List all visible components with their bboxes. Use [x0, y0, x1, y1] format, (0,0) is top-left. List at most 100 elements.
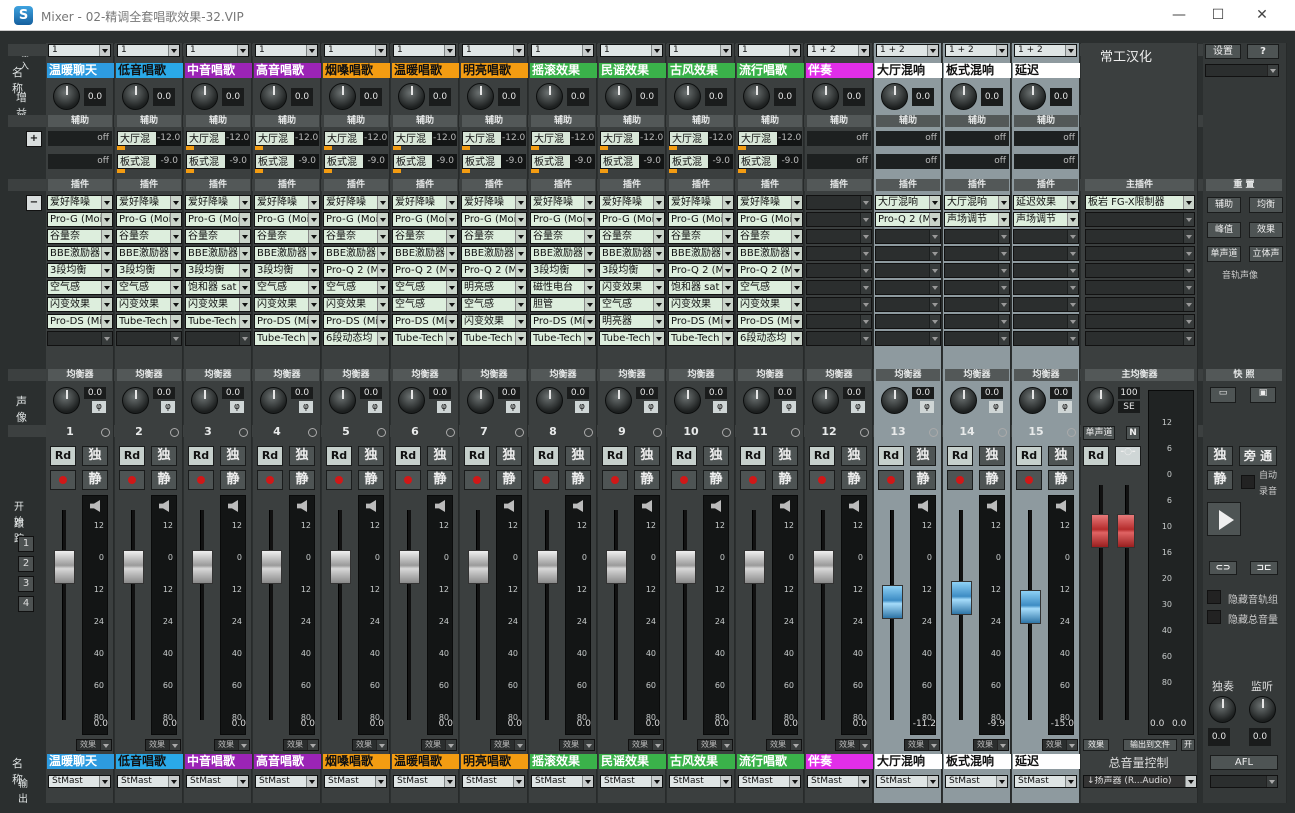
send-label-1[interactable]: 大厅混 — [324, 131, 364, 146]
send-label-1[interactable]: 大厅混 — [393, 131, 433, 146]
output-select[interactable]: StMast — [876, 775, 939, 788]
plugin-slot-5[interactable] — [806, 263, 872, 278]
preset-select[interactable] — [1205, 64, 1279, 77]
input-select[interactable]: 1 — [531, 44, 594, 57]
send-label-1[interactable]: 大厅混 — [600, 131, 640, 146]
plugin-slot-1[interactable]: 爱好降噪 — [461, 195, 527, 210]
plugin-slot-6[interactable]: 饱和器 sat — [185, 280, 251, 295]
plugin-slot-1[interactable]: 爱好降噪 — [668, 195, 734, 210]
send-value-2[interactable]: -9.0 — [709, 154, 733, 169]
phase-icon[interactable]: φ — [989, 401, 1003, 413]
plugin-slot-4[interactable] — [875, 246, 941, 261]
plugin-slot-5[interactable]: 3段均衡 — [185, 263, 251, 278]
master-pan-knob[interactable] — [1087, 387, 1114, 414]
plugin-slot-9[interactable] — [185, 331, 251, 346]
plugin-slot-4[interactable]: BBE激励器 — [392, 246, 458, 261]
phase-icon[interactable]: φ — [782, 401, 796, 413]
plugin-slot-3[interactable]: 谷量奈 — [461, 229, 527, 244]
plugin-slot-3[interactable]: 谷量奈 — [254, 229, 320, 244]
plugin-slot-8[interactable] — [875, 314, 941, 329]
gain-knob[interactable] — [1019, 83, 1046, 110]
send-label-2[interactable]: 板式混 — [531, 154, 571, 169]
channel-name-bottom[interactable]: 温暖聊天 — [47, 754, 114, 769]
plugin-slot-1[interactable]: 大厅混响 — [875, 195, 941, 210]
send-value-2[interactable]: -9.0 — [364, 154, 388, 169]
afl-select[interactable] — [1210, 775, 1278, 788]
fx-select[interactable]: 效果 — [835, 739, 871, 751]
plugin-slot-7[interactable] — [1013, 297, 1079, 312]
mute-button[interactable]: 静 — [1048, 470, 1074, 490]
plugin-slot-3[interactable]: 谷量奈 — [47, 229, 113, 244]
fx-select[interactable]: 效果 — [697, 739, 733, 751]
rp-mono-button[interactable]: 单声道 — [1207, 246, 1241, 262]
plugin-slot-1[interactable]: 爱好降噪 — [737, 195, 803, 210]
link-icon[interactable] — [446, 428, 455, 437]
send-label-2[interactable]: 板式混 — [669, 154, 709, 169]
plugin-slot-9[interactable]: Tube-Tech — [599, 331, 665, 346]
send-value-2[interactable]: off — [876, 154, 940, 169]
send-value-2[interactable]: off — [48, 154, 112, 169]
pan-knob[interactable] — [122, 387, 149, 414]
send-label-1[interactable]: 大厅混 — [669, 131, 709, 146]
plugin-slot-7[interactable]: 闪变效果 — [254, 297, 320, 312]
send-value-2[interactable]: -9.0 — [295, 154, 319, 169]
channel-name[interactable]: 摇滚效果 — [530, 63, 597, 78]
mute-button[interactable]: 静 — [427, 470, 453, 490]
volume-fader[interactable] — [123, 550, 144, 584]
n-button[interactable]: N — [1126, 426, 1140, 440]
send-label-2[interactable]: 板式混 — [324, 154, 364, 169]
plugin-slot-6[interactable]: 闪变效果 — [599, 280, 665, 295]
send-value-1[interactable]: -12.0 — [502, 131, 526, 146]
record-button[interactable] — [878, 470, 904, 490]
solo-button[interactable]: 独 — [910, 446, 936, 466]
read-button[interactable]: Rd — [878, 446, 904, 466]
pan-knob[interactable] — [1019, 387, 1046, 414]
master-fader-left[interactable] — [1091, 514, 1109, 548]
plugin-slot-1[interactable]: 大厅混响 — [944, 195, 1010, 210]
plugin-slot-6[interactable]: 空气感 — [737, 280, 803, 295]
plugin-slot-7[interactable]: 闪变效果 — [185, 297, 251, 312]
plugin-slot-1[interactable]: 爱好降噪 — [599, 195, 665, 210]
output-select[interactable]: StMast — [48, 775, 111, 788]
link-icon[interactable]: ⊂⊃ — [1209, 561, 1237, 575]
input-select[interactable]: 1 + 2 — [876, 44, 939, 57]
plugin-slot-2[interactable]: Pro-G (Moi — [737, 212, 803, 227]
master-fx-button[interactable]: 效果 — [1083, 739, 1109, 751]
phase-icon[interactable]: φ — [920, 401, 934, 413]
output-select[interactable]: StMast — [945, 775, 1008, 788]
send-label-2[interactable]: 板式混 — [186, 154, 226, 169]
output-select[interactable]: StMast — [462, 775, 525, 788]
auto-record-checkbox[interactable] — [1241, 475, 1255, 489]
fx-select[interactable]: 效果 — [559, 739, 595, 751]
plugin-slot-8[interactable]: Pro-DS (Mi — [668, 314, 734, 329]
rp-fx-button[interactable]: 效果 — [1249, 222, 1283, 238]
phase-icon[interactable]: φ — [368, 401, 382, 413]
link-icon[interactable] — [308, 428, 317, 437]
plugin-slot-9[interactable]: Tube-Tech — [392, 331, 458, 346]
plugin-slot-6[interactable]: 磁性电台 — [530, 280, 596, 295]
rp-peak-button[interactable]: 峰值 — [1207, 222, 1241, 238]
fx-select[interactable]: 效果 — [628, 739, 664, 751]
bypass-button[interactable]: 旁 通 — [1239, 446, 1277, 466]
send-value-1[interactable]: -12.0 — [709, 131, 733, 146]
plugin-slot-2[interactable]: Pro-Q 2 (M — [875, 212, 941, 227]
gain-knob[interactable] — [122, 83, 149, 110]
send-label-1[interactable]: 大厅混 — [255, 131, 295, 146]
plugin-slot-6[interactable]: 空气感 — [254, 280, 320, 295]
mute-button[interactable]: 静 — [565, 470, 591, 490]
send-value-2[interactable]: -9.0 — [157, 154, 181, 169]
plugin-slot-7[interactable]: 胆管 — [530, 297, 596, 312]
send-value-1[interactable]: -12.0 — [226, 131, 250, 146]
track-button-1[interactable]: 1 — [18, 536, 34, 552]
output-select[interactable]: StMast — [117, 775, 180, 788]
send-label-2[interactable]: 板式混 — [462, 154, 502, 169]
mute-button[interactable]: 静 — [979, 470, 1005, 490]
plugin-slot-1[interactable]: 延迟效果 — [1013, 195, 1079, 210]
mute-button[interactable]: 静 — [496, 470, 522, 490]
output-select[interactable]: StMast — [669, 775, 732, 788]
plugin-slot-5[interactable] — [1013, 263, 1079, 278]
channel-name-bottom[interactable]: 民谣效果 — [599, 754, 666, 769]
read-button[interactable]: Rd — [188, 446, 214, 466]
channel-name[interactable]: 明亮唱歌 — [461, 63, 528, 78]
plugin-slot-3[interactable]: 谷量奈 — [323, 229, 389, 244]
